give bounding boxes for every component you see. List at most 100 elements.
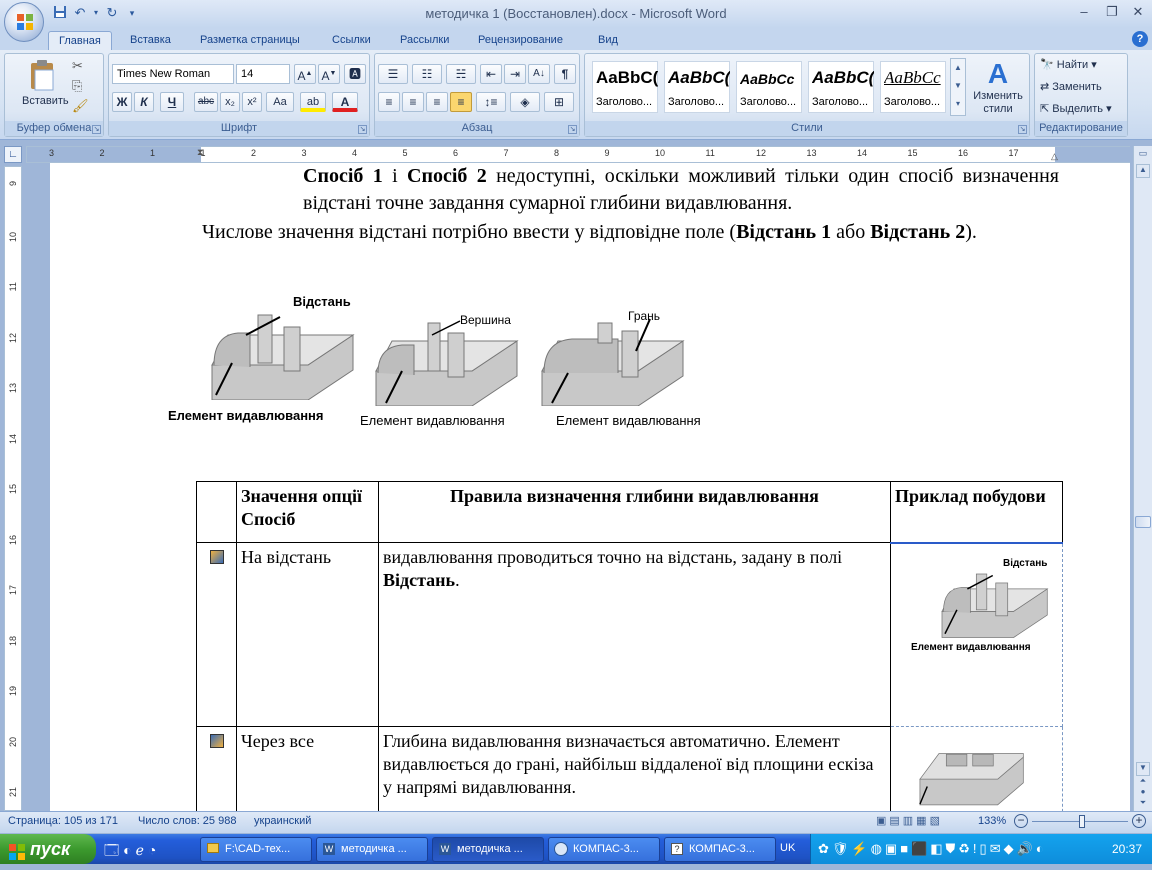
task-folder[interactable]: F:\CAD-тех... <box>200 837 312 862</box>
task-kompas-2[interactable]: ? КОМПАС-3... <box>664 837 776 862</box>
tab-mailings[interactable]: Рассылки <box>390 31 459 50</box>
style-heading-5[interactable]: AaBbCc Заголово... <box>880 61 946 113</box>
task-word-2[interactable]: Wметодичка ... <box>432 837 544 862</box>
extrude-distance-icon <box>209 550 224 564</box>
tab-page-layout[interactable]: Разметка страницы <box>190 31 310 50</box>
change-styles-label: Изменить стили <box>973 90 1023 115</box>
scroll-down-icon[interactable]: ▼ <box>1136 762 1150 776</box>
copy-icon[interactable]: ⎘ <box>72 78 82 94</box>
tab-review[interactable]: Рецензирование <box>468 31 573 50</box>
office-button[interactable] <box>4 2 44 42</box>
page-count[interactable]: Страница: 105 из 171 <box>8 815 118 827</box>
start-button[interactable]: пуск <box>0 834 96 864</box>
subscript-icon[interactable]: x₂ <box>220 92 240 112</box>
style-heading-1[interactable]: AaBbC( Заголово... <box>592 61 658 113</box>
right-indent-icon[interactable]: △ <box>1051 151 1058 162</box>
change-case-icon[interactable]: Aa <box>266 92 294 112</box>
tab-home[interactable]: Главная <box>48 31 112 50</box>
underline-icon[interactable]: Ч <box>160 92 184 112</box>
bullets-icon[interactable]: ☰ <box>378 64 408 84</box>
format-painter-icon[interactable]: 🖌 <box>72 98 89 114</box>
highlight-icon[interactable]: ab <box>300 92 326 112</box>
tab-selector[interactable]: ∟ <box>4 146 22 163</box>
style-preview: AaBbC( <box>812 68 874 87</box>
increase-indent-icon[interactable]: ⇥ <box>504 64 526 84</box>
font-size-select[interactable]: 14 <box>236 64 290 84</box>
align-right-icon[interactable]: ≡ <box>426 92 448 112</box>
scroll-thumb[interactable] <box>1135 516 1151 528</box>
decrease-indent-icon[interactable]: ⇤ <box>480 64 502 84</box>
scroll-up-icon[interactable]: ▲ <box>1136 164 1150 178</box>
restore-button[interactable]: ❐ <box>1100 4 1124 22</box>
multilevel-list-icon[interactable]: ☵ <box>446 64 476 84</box>
figure-3-caption: Елемент видавлювання <box>556 413 701 428</box>
indent-marker-icon[interactable]: ⧗ <box>197 147 203 158</box>
zoom-level[interactable]: 133% <box>978 815 1006 827</box>
tab-view[interactable]: Вид <box>588 31 628 50</box>
zoom-out-icon[interactable]: − <box>1014 814 1028 828</box>
task-word-1[interactable]: Wметодичка ... <box>316 837 428 862</box>
bold-icon[interactable]: Ж <box>112 92 132 112</box>
clipboard-launcher-icon[interactable]: ↘ <box>92 125 101 134</box>
prev-page-icon[interactable]: ⏶ <box>1136 776 1150 787</box>
font-color-icon[interactable]: A <box>332 92 358 112</box>
select-button[interactable]: ⇱ Выделить ▾ <box>1040 102 1112 115</box>
close-button[interactable]: ✕ <box>1126 4 1150 22</box>
style-heading-4[interactable]: AaBbC( Заголово... <box>808 61 874 113</box>
font-launcher-icon[interactable]: ↘ <box>358 125 367 134</box>
clear-format-icon[interactable]: 🅰 <box>344 64 366 84</box>
vertical-scrollbar[interactable]: ▭ ▲ ▼ ⏶ ● ⏷ <box>1133 146 1152 811</box>
align-left-icon[interactable]: ≡ <box>378 92 400 112</box>
next-page-icon[interactable]: ⏷ <box>1136 798 1150 809</box>
ruler-tick-label: 5 <box>402 148 408 158</box>
word-count[interactable]: Число слов: 25 988 <box>138 815 236 827</box>
superscript-icon[interactable]: x² <box>242 92 262 112</box>
language[interactable]: украинский <box>254 815 311 827</box>
show-marks-icon[interactable]: ¶ <box>554 64 576 84</box>
justify-icon[interactable]: ≡ <box>450 92 472 112</box>
line-spacing-icon[interactable]: ↕≡ <box>476 92 506 112</box>
help-icon[interactable]: ? <box>1132 31 1148 47</box>
task-kompas-1[interactable]: КОМПАС-3... <box>548 837 660 862</box>
italic-icon[interactable]: К <box>134 92 154 112</box>
replace-button[interactable]: ⇄ Заменить <box>1040 80 1102 93</box>
find-button[interactable]: 🔭 Найти ▾ <box>1040 58 1097 71</box>
view-buttons[interactable]: ▣▤▥▦▧ <box>876 814 968 830</box>
paste-button[interactable]: Вставить <box>22 58 69 114</box>
numbering-icon[interactable]: ☷ <box>412 64 442 84</box>
tab-insert[interactable]: Вставка <box>120 31 181 50</box>
minimize-button[interactable]: – <box>1072 4 1096 22</box>
ruler-toggle-icon[interactable]: ▭ <box>1136 148 1150 162</box>
quick-launch[interactable]: 🗔◐ℯ◔ <box>104 840 160 864</box>
style-heading-3[interactable]: AaBbCc Заголово... <box>736 61 802 113</box>
grow-font-icon[interactable]: A▲ <box>294 64 316 84</box>
styles-scroll[interactable]: ▲ ▼ ▾ <box>950 58 966 116</box>
tray-icons[interactable]: ✿🛡⚡◍▣■⬛◧⛊♻!▯✉◆🔊◐ <box>818 841 1047 857</box>
tab-references[interactable]: Ссылки <box>322 31 381 50</box>
zoom-in-icon[interactable]: + <box>1132 814 1146 828</box>
change-styles-button[interactable]: A Изменить стили <box>970 58 1026 120</box>
figure-1-label: Відстань <box>293 294 351 309</box>
vertical-ruler[interactable]: 9 10 11 12 13 14 15 16 17 18 19 20 21 <box>4 166 22 811</box>
sort-icon[interactable]: A↓ <box>528 64 550 84</box>
input-language[interactable]: UK <box>780 842 795 854</box>
cut-icon[interactable]: ✂ <box>72 58 83 74</box>
align-center-icon[interactable]: ≡ <box>402 92 424 112</box>
shrink-font-icon[interactable]: A▼ <box>318 64 340 84</box>
zoom-slider-thumb[interactable] <box>1079 815 1085 828</box>
styles-launcher-icon[interactable]: ↘ <box>1018 125 1027 134</box>
strikethrough-icon[interactable]: abc <box>194 92 218 112</box>
cursor-icon: ⇱ <box>1040 103 1050 115</box>
shading-icon[interactable]: ◈ <box>510 92 540 112</box>
table-header-cell: Правила визначення глибини видавлювання <box>378 481 891 543</box>
paragraph-launcher-icon[interactable]: ↘ <box>568 125 577 134</box>
figure-2-label: Вершина <box>460 313 511 327</box>
font-family-select[interactable]: Times New Roman <box>112 64 234 84</box>
horizontal-ruler[interactable]: 3 2 1 1 2 3 4 5 6 7 8 9 10 11 12 13 14 15 16 17 ⧗ △ <box>26 146 1131 163</box>
borders-icon[interactable]: ⊞ <box>544 92 574 112</box>
style-heading-2[interactable]: AaBbC( Заголово... <box>664 61 730 113</box>
browse-object-icon[interactable]: ● <box>1136 787 1150 798</box>
ruler-tick-label: 17 <box>1008 148 1019 158</box>
document-page[interactable]: Спосіб 1 і Спосіб 2 недоступні, оскільки… <box>50 163 1130 817</box>
text-run: або <box>831 221 871 243</box>
